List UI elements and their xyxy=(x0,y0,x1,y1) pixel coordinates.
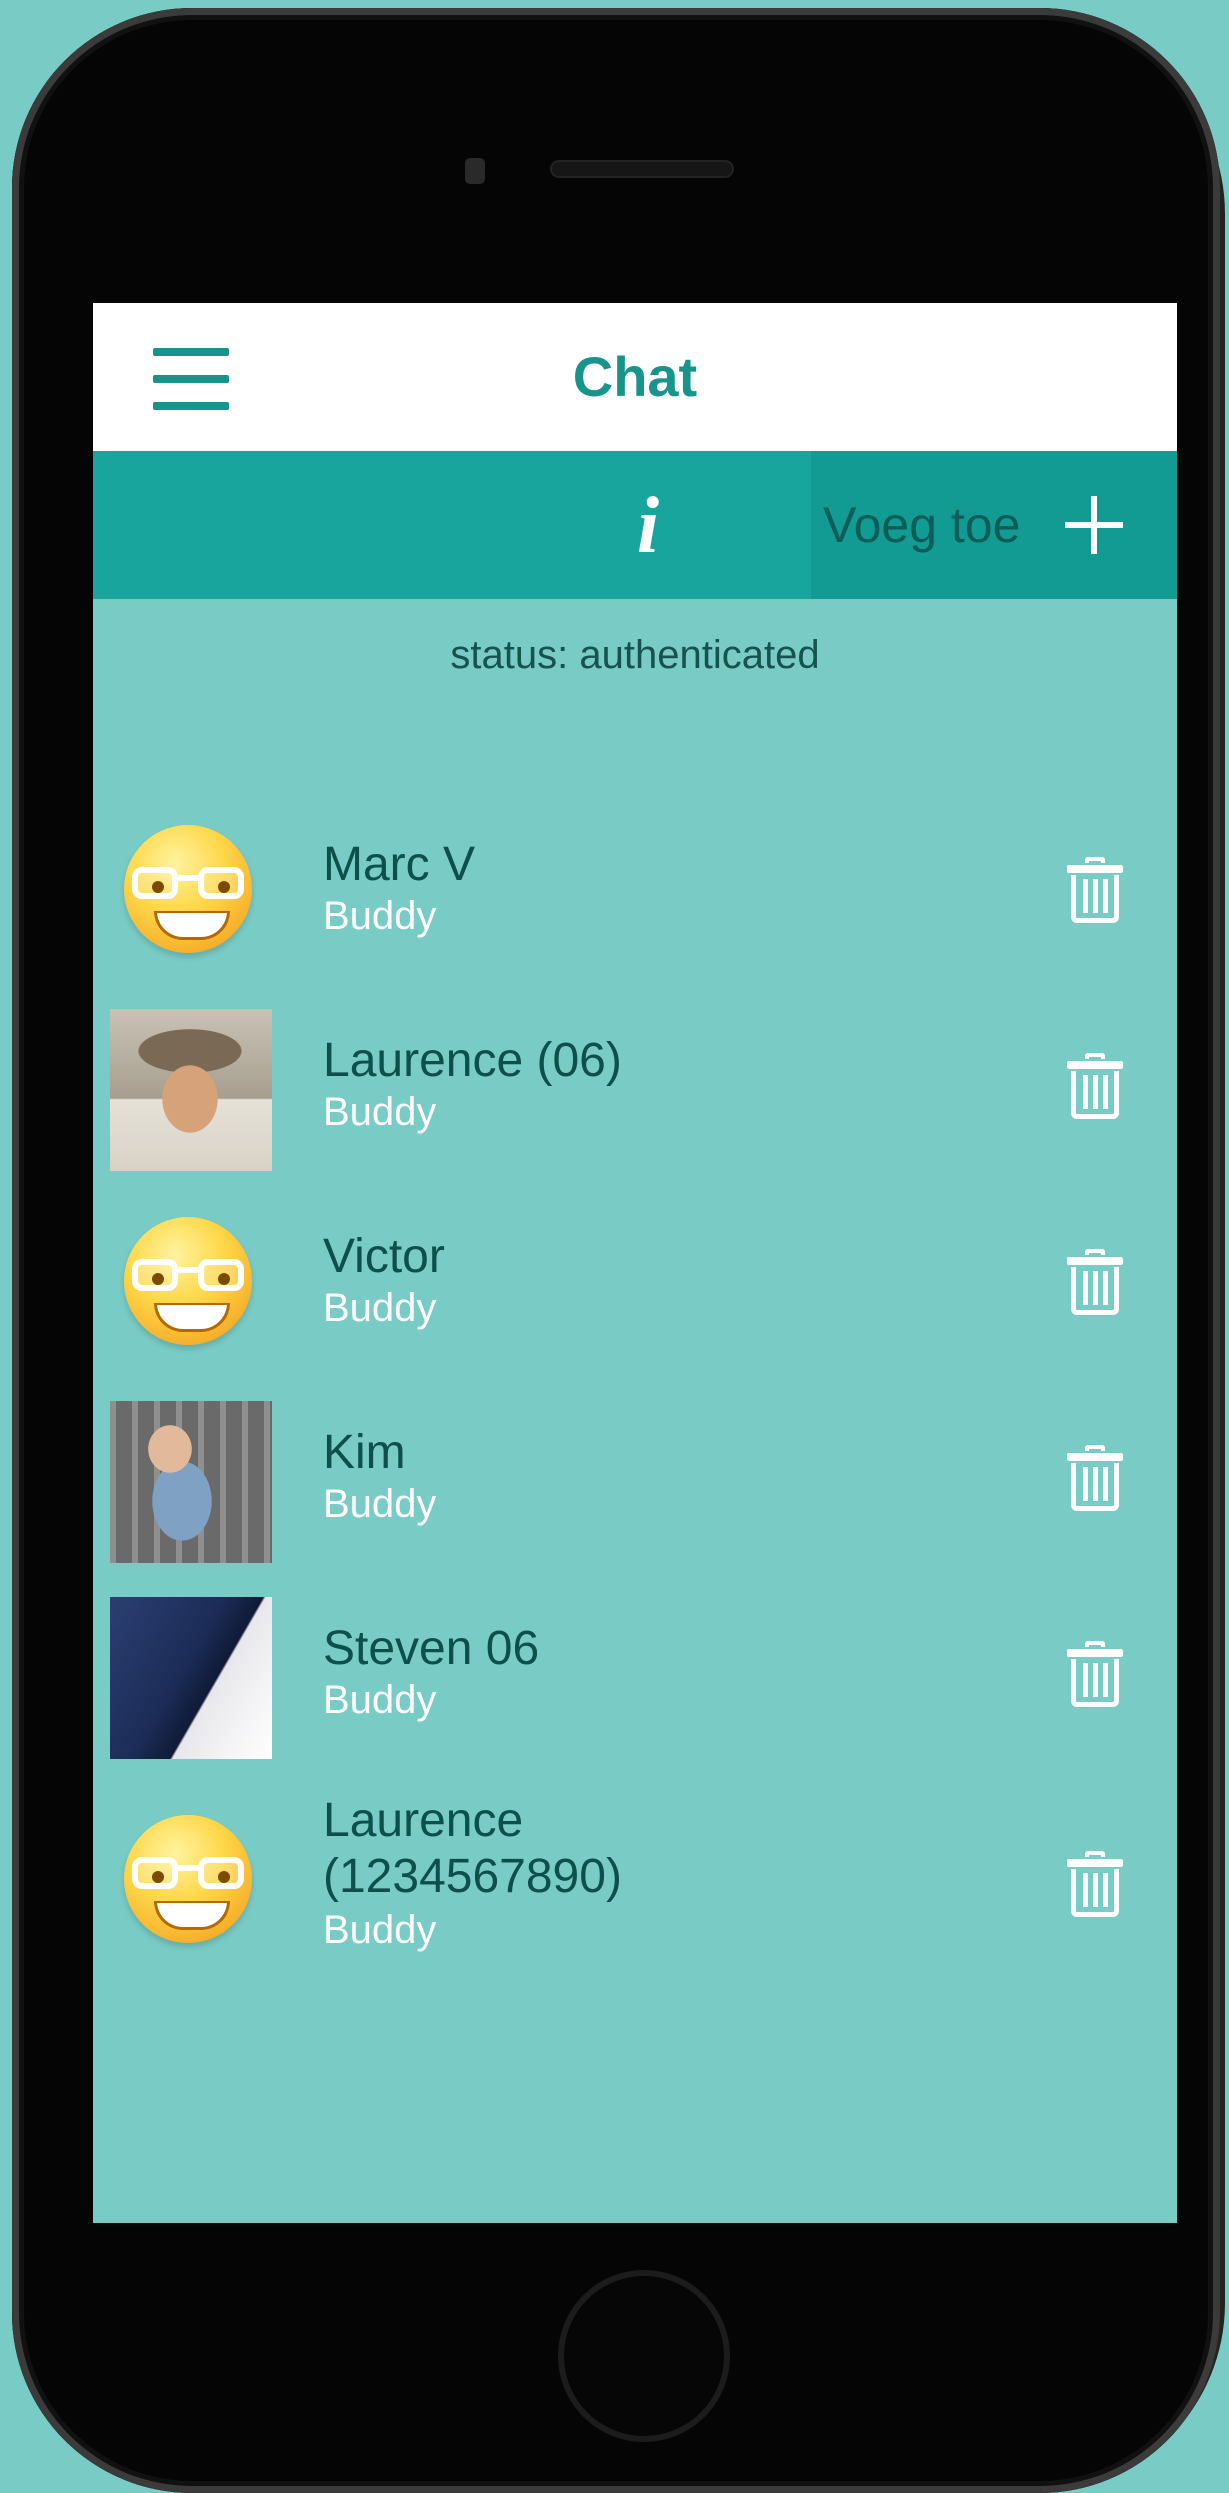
buddy-row[interactable]: Steven 06 Buddy xyxy=(93,1577,1177,1773)
buddy-role: Buddy xyxy=(323,1482,437,1526)
connection-status: status: authenticated xyxy=(450,633,820,677)
avatar xyxy=(110,1401,272,1563)
buddy-row[interactable]: Laurence (06) Buddy xyxy=(93,989,1177,1185)
buddy-name: Victor xyxy=(323,1230,445,1283)
smiley-glasses-icon xyxy=(124,1217,252,1345)
toolbar: i Voeg toe xyxy=(93,451,1177,599)
trash-icon[interactable] xyxy=(1065,1849,1125,1919)
buddy-name: Steven 06 xyxy=(323,1622,540,1675)
add-buddy-label: Voeg toe xyxy=(823,497,1021,553)
navigation-bar: Chat xyxy=(93,303,1177,451)
buddy-list: Marc V Buddy Laurence (06) Buddy Victor … xyxy=(93,793,1177,1993)
trash-icon[interactable] xyxy=(1065,1443,1125,1513)
earpiece-speaker xyxy=(552,162,732,176)
avatar xyxy=(110,1009,272,1171)
trash-icon[interactable] xyxy=(1065,1639,1125,1709)
avatar-photo xyxy=(110,1009,272,1171)
avatar-photo xyxy=(110,1597,272,1759)
trash-icon[interactable] xyxy=(1065,1247,1125,1317)
phone-frame: Chat i Voeg toe status: authenticated Ma… xyxy=(12,8,1220,2493)
trash-icon[interactable] xyxy=(1065,855,1125,925)
buddy-row[interactable]: Kim Buddy xyxy=(93,1381,1177,1577)
buddy-row[interactable]: Laurence (1234567890) Buddy xyxy=(93,1773,1177,1993)
buddy-role: Buddy xyxy=(323,894,437,938)
avatar xyxy=(110,813,272,975)
buddy-name: Laurence (1234567890) xyxy=(323,1794,622,1903)
page-title: Chat xyxy=(572,345,698,408)
buddy-role: Buddy xyxy=(323,1090,437,1134)
info-button[interactable]: i xyxy=(593,471,703,581)
smiley-glasses-icon xyxy=(124,1815,252,1943)
buddy-role: Buddy xyxy=(323,1908,437,1952)
info-icon: i xyxy=(636,482,660,570)
avatar-photo xyxy=(110,1401,272,1563)
buddy-name: Laurence (06) xyxy=(323,1034,622,1087)
trash-icon[interactable] xyxy=(1065,1051,1125,1121)
home-button[interactable] xyxy=(558,2270,730,2442)
front-camera xyxy=(465,158,485,184)
plus-icon xyxy=(1065,496,1123,554)
buddy-row[interactable]: Marc V Buddy xyxy=(93,793,1177,989)
buddy-row[interactable]: Victor Buddy xyxy=(93,1185,1177,1381)
avatar xyxy=(110,1803,272,1965)
buddy-role: Buddy xyxy=(323,1678,437,1722)
buddy-name: Marc V xyxy=(323,838,476,891)
smiley-glasses-icon xyxy=(124,825,252,953)
buddy-role: Buddy xyxy=(323,1286,437,1330)
buddy-name: Kim xyxy=(323,1426,406,1479)
app-screen: Chat i Voeg toe status: authenticated Ma… xyxy=(93,303,1177,2223)
avatar xyxy=(110,1205,272,1367)
add-buddy-button[interactable]: Voeg toe xyxy=(811,451,1177,599)
avatar xyxy=(110,1597,272,1759)
